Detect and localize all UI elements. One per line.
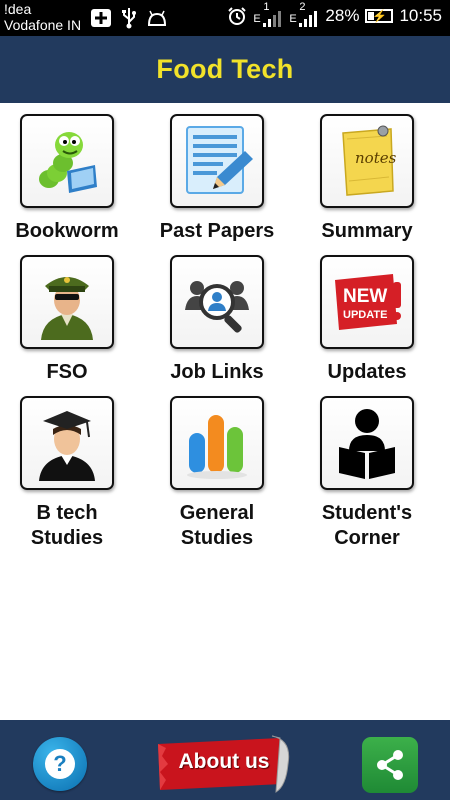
tile-icon-box[interactable] — [20, 255, 114, 349]
question-icon: ? — [45, 749, 75, 779]
carrier-line-1: !dea — [4, 1, 32, 17]
past-papers-icon — [186, 126, 253, 194]
new-text: NEW — [343, 286, 387, 307]
carrier-line-2: Vodafone IN — [4, 17, 82, 33]
tile-students-corner[interactable]: Student's Corner — [292, 396, 442, 551]
tile-icon-box[interactable] — [20, 114, 114, 208]
new-update-icon: NEW UPDATE — [335, 274, 401, 330]
tile-bookworm[interactable]: Bookworm — [0, 114, 142, 244]
job-search-icon — [185, 281, 249, 333]
share-icon — [377, 750, 403, 780]
notes-text: notes — [355, 149, 397, 167]
tile-icon-box[interactable] — [170, 114, 264, 208]
tile-label: Job Links — [170, 361, 264, 383]
bookworm-icon — [39, 132, 97, 193]
tile-job-links[interactable]: Job Links — [142, 255, 292, 385]
usb-icon — [122, 8, 136, 29]
about-us-button[interactable]: About us — [154, 734, 294, 794]
bottom-bar: ? About us — [0, 720, 450, 800]
tile-icon-box[interactable]: NEW UPDATE — [320, 255, 414, 349]
update-text: UPDATE — [343, 309, 387, 321]
tile-label: General Studies — [179, 502, 255, 549]
tile-icon-box[interactable] — [170, 255, 264, 349]
battery-charging-icon: ⚡ — [365, 9, 394, 23]
tile-label: FSO — [46, 361, 88, 383]
network-type-1: E — [253, 13, 261, 25]
tile-past-papers[interactable]: Past Papers — [142, 114, 292, 244]
notes-icon: notes — [342, 125, 397, 196]
sim1-signal: E 1 — [253, 1, 283, 27]
tile-label: Summary — [321, 220, 413, 242]
tile-icon-box[interactable] — [320, 396, 414, 490]
tile-label: Updates — [327, 361, 407, 383]
carrier-info: !dea Vodafone IN — [4, 1, 81, 33]
tile-label: Past Papers — [159, 220, 275, 242]
tile-icon-box[interactable] — [170, 396, 264, 490]
app-title: Food Tech — [156, 54, 294, 84]
tile-icon-box[interactable]: notes — [320, 114, 414, 208]
tile-icon-box[interactable] — [20, 396, 114, 490]
status-bar: !dea Vodafone IN E 1 E 2 28% ⚡ 10:55 — [0, 0, 450, 36]
network-type-2: E — [289, 13, 297, 25]
tile-label: Bookworm — [15, 220, 119, 242]
student-reading-icon — [339, 409, 395, 479]
alarm-icon — [228, 7, 247, 25]
tile-label: B tech Studies — [30, 502, 104, 549]
tile-fso[interactable]: FSO — [0, 255, 142, 385]
share-button[interactable] — [362, 737, 418, 793]
sim2-signal: E 2 — [289, 1, 319, 27]
signal-icon — [263, 9, 282, 27]
about-us-label: About us — [178, 750, 270, 773]
bar-chart-icon — [187, 415, 247, 479]
tile-updates[interactable]: NEW UPDATE Updates — [292, 255, 442, 385]
tile-btech-studies[interactable]: B tech Studies — [0, 396, 142, 551]
battery-percent: 28% — [325, 6, 360, 25]
graduate-icon — [39, 411, 95, 481]
tile-summary[interactable]: notes Summary — [292, 114, 442, 244]
signal-icon — [299, 9, 318, 27]
clock: 10:55 — [399, 6, 442, 25]
android-debug-icon — [147, 10, 167, 26]
notification-icons — [90, 7, 168, 29]
tile-general-studies[interactable]: General Studies — [142, 396, 292, 551]
help-button[interactable]: ? — [33, 737, 87, 791]
status-right: E 1 E 2 28% ⚡ 10:55 — [227, 1, 442, 27]
app-bar: Food Tech — [0, 36, 450, 103]
add-notification-icon — [91, 9, 111, 27]
tile-label: Student's Corner — [321, 502, 413, 549]
officer-icon — [41, 277, 93, 340]
screen: !dea Vodafone IN E 1 E 2 28% ⚡ 10:55 Foo… — [0, 0, 450, 800]
